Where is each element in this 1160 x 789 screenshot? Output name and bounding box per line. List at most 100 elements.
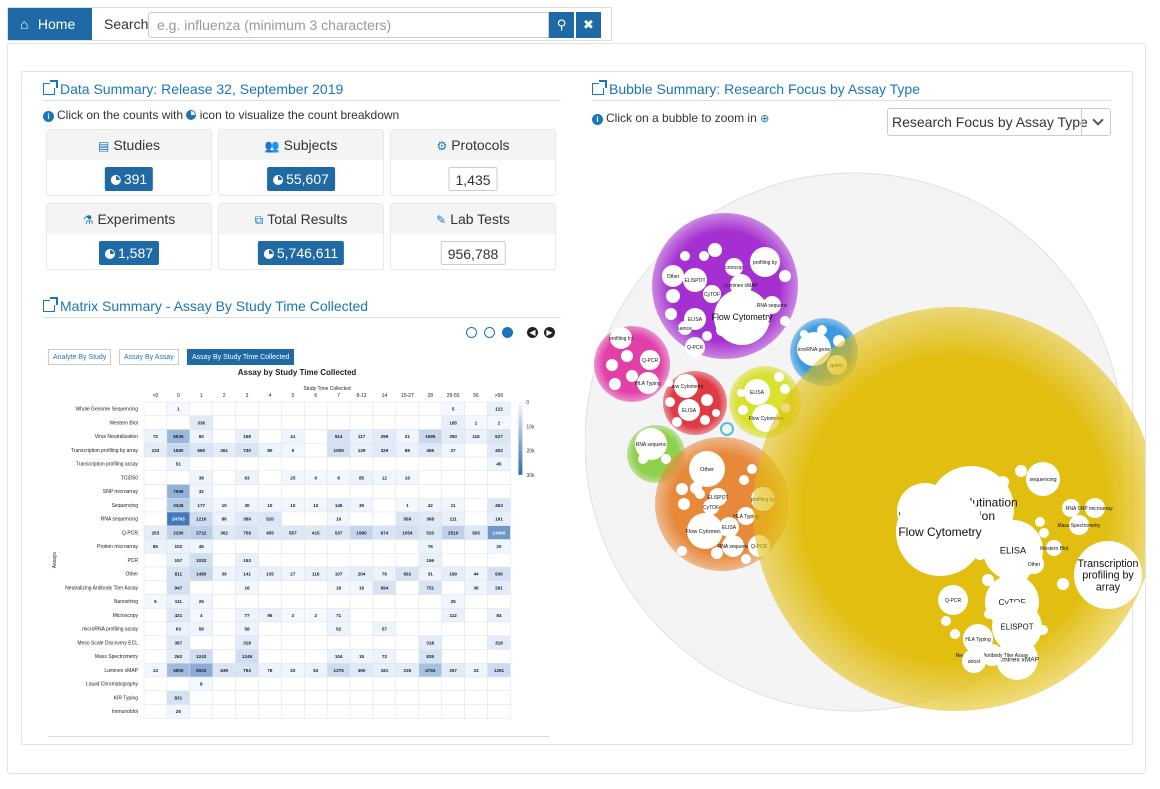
card-count-button[interactable]: 55,607 [267,167,335,191]
matrix-cell[interactable] [258,484,282,499]
bubble-item[interactable] [739,475,749,485]
matrix-cell[interactable] [464,594,488,609]
matrix-cell[interactable] [326,484,351,499]
matrix-cell[interactable] [372,594,397,609]
matrix-cell[interactable] [281,456,305,471]
matrix-cell[interactable] [212,676,236,691]
bubble-item[interactable] [958,559,968,569]
matrix-cell[interactable] [143,580,168,595]
matrix-cell[interactable] [258,553,282,568]
matrix-cell[interactable] [258,456,282,471]
matrix-cell[interactable] [212,539,236,554]
matrix-cell[interactable] [212,635,236,650]
matrix-cell[interactable] [372,415,397,430]
matrix-cell[interactable] [441,690,465,705]
matrix-cell[interactable] [395,621,420,636]
matrix-cell[interactable] [143,608,168,623]
matrix-cell[interactable] [304,553,328,568]
matrix-cell[interactable] [304,456,328,471]
matrix-cell[interactable] [487,553,511,568]
matrix-cell[interactable] [258,580,282,595]
matrix-cell[interactable] [189,401,213,416]
matrix-cell[interactable] [235,401,259,416]
matrix-cell[interactable] [258,649,282,664]
matrix-cell[interactable] [395,704,420,719]
matrix-cell[interactable] [487,594,511,609]
matrix-cell[interactable] [143,621,168,636]
matrix-cell[interactable] [395,608,420,623]
matrix-cell[interactable] [395,580,420,595]
matrix-cell[interactable] [487,649,511,664]
card-count-button[interactable]: 1,587 [98,241,160,265]
matrix-cell[interactable] [281,484,305,499]
matrix-cell[interactable] [281,580,305,595]
matrix-cell[interactable] [487,676,511,691]
bubble-item[interactable] [950,629,960,639]
matrix-cell[interactable] [258,621,282,636]
matrix-cell[interactable] [464,608,488,623]
matrix-cell[interactable] [487,690,511,705]
matrix-cell[interactable] [487,704,511,719]
matrix-cell[interactable] [372,635,397,650]
matrix-cell[interactable] [326,401,351,416]
bubble-item[interactable] [700,415,710,425]
carousel-dot-1[interactable] [466,327,477,338]
matrix-cell[interactable] [189,704,213,719]
matrix-cell[interactable] [304,580,328,595]
matrix-cell[interactable] [143,456,168,471]
matrix-cell[interactable] [418,456,442,471]
matrix-cell[interactable] [464,676,488,691]
matrix-cell[interactable] [281,621,305,636]
bubble-item[interactable] [676,483,688,495]
matrix-cell[interactable] [143,676,168,691]
bubble-item[interactable] [699,251,709,261]
matrix-cell[interactable] [143,498,168,513]
matrix-cell[interactable] [143,484,168,499]
bubble-item[interactable] [711,547,723,559]
matrix-cell[interactable] [212,621,236,636]
matrix-cell[interactable] [212,704,236,719]
clear-search-button[interactable]: ✖ [576,12,601,38]
bubble-item[interactable] [665,397,675,407]
matrix-cell[interactable] [395,553,420,568]
matrix-cell[interactable] [326,415,351,430]
matrix-cell[interactable] [441,553,465,568]
matrix-cell[interactable] [487,484,511,499]
bubble-item[interactable] [993,565,1003,575]
matrix-cell[interactable] [326,676,351,691]
bubble-item[interactable] [647,428,657,438]
carousel-dot-3[interactable] [502,327,513,338]
bubble-item[interactable] [665,308,677,320]
matrix-cell[interactable] [281,553,305,568]
matrix-cell[interactable] [281,635,305,650]
bubble-item[interactable] [1057,578,1069,590]
bubble-item[interactable] [1015,465,1027,477]
matrix-cell[interactable] [349,415,374,430]
matrix-cell[interactable] [326,704,351,719]
matrix-cell[interactable] [235,539,259,554]
matrix-cell[interactable] [281,704,305,719]
matrix-cell[interactable] [372,676,397,691]
matrix-cell[interactable] [418,484,442,499]
matrix-cell[interactable] [441,621,465,636]
matrix-cell[interactable] [281,511,305,526]
bubble-type-select[interactable]: Research Focus by Assay Type [887,108,1111,136]
matrix-cell[interactable] [304,484,328,499]
matrix-cell[interactable] [441,649,465,664]
matrix-cell[interactable] [441,456,465,471]
matrix-cell[interactable] [418,608,442,623]
matrix-cell[interactable] [441,635,465,650]
matrix-cell[interactable] [143,553,168,568]
matrix-cell[interactable] [418,415,442,430]
bubble-item[interactable] [666,289,680,303]
matrix-cell[interactable] [143,511,168,526]
matrix-cell[interactable] [372,690,397,705]
matrix-cell[interactable] [258,429,282,444]
matrix-cell[interactable] [464,443,488,458]
bubble-item[interactable] [747,464,757,474]
matrix-cell[interactable] [441,676,465,691]
matrix-cell[interactable] [349,594,374,609]
matrix-cell[interactable] [395,635,420,650]
matrix-cell[interactable] [464,511,488,526]
matrix-cell[interactable] [395,401,420,416]
